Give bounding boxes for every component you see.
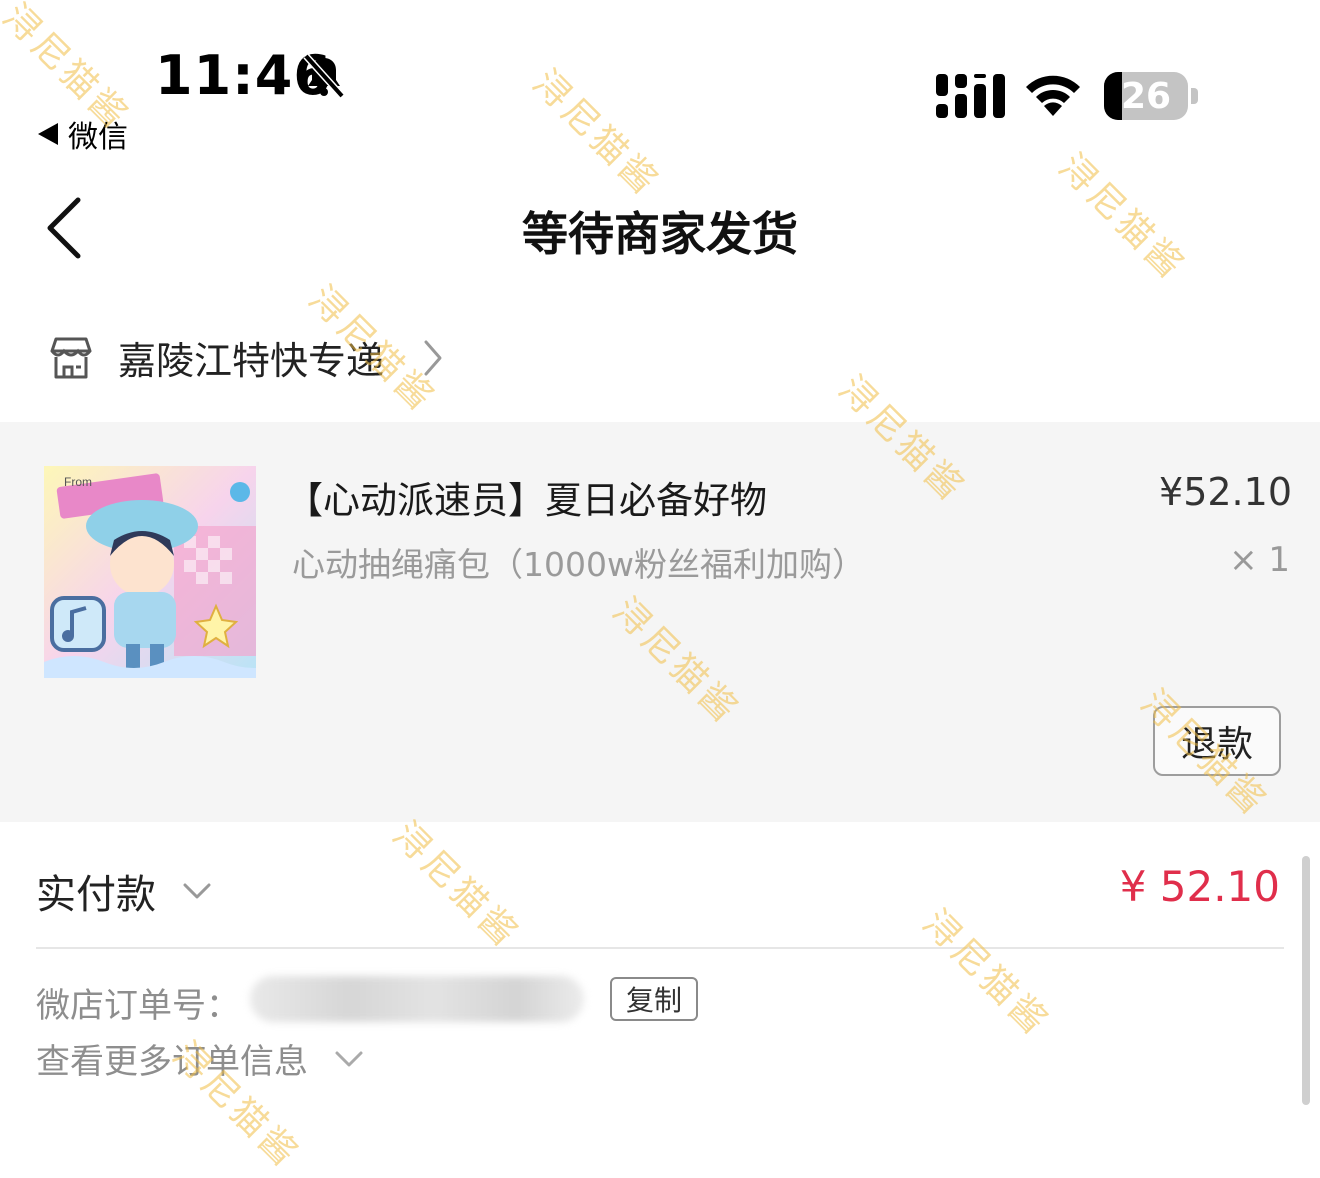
shop-name: 嘉陵江特快专递 xyxy=(118,339,385,383)
paid-amount-label: 实付款 xyxy=(36,872,156,918)
cellular-signal-icon xyxy=(936,74,1005,118)
chevron-right-icon xyxy=(424,340,442,375)
product-title: 【心动派速员】夏日必备好物 xyxy=(286,479,767,522)
battery-level: 26 xyxy=(1120,76,1172,117)
paid-amount-toggle[interactable]: 实付款 xyxy=(36,862,212,920)
back-triangle-icon xyxy=(38,123,58,145)
chevron-down-icon xyxy=(335,1051,363,1066)
product-image: From xyxy=(44,466,256,678)
product-thumbnail[interactable]: From xyxy=(44,466,256,678)
thumbnail-from-text: From xyxy=(64,475,92,489)
bell-slash-icon xyxy=(303,53,345,99)
product-quantity: × 1 xyxy=(1229,540,1290,580)
chevron-down-icon xyxy=(183,883,211,899)
order-number-label: 微店订单号： xyxy=(36,986,240,1026)
watermark: 浔尼猫酱 xyxy=(384,814,527,957)
copy-order-number-button[interactable]: 复制 xyxy=(610,977,698,1021)
order-number-redacted xyxy=(250,976,584,1022)
more-order-info-label: 查看更多订单信息 xyxy=(36,1042,308,1082)
watermark: 浔尼猫酱 xyxy=(524,62,667,205)
page-title: 等待商家发货 xyxy=(522,207,798,261)
product-price: ¥52.10 xyxy=(1159,470,1292,514)
shop-link[interactable]: 嘉陵江特快专递 xyxy=(48,330,444,385)
divider xyxy=(36,947,1284,949)
back-to-app-button[interactable]: 微信 xyxy=(38,112,128,156)
battery-tip xyxy=(1191,88,1198,104)
wifi-icon xyxy=(1026,75,1080,116)
scrollbar[interactable] xyxy=(1302,856,1310,1105)
back-app-label: 微信 xyxy=(68,120,128,155)
store-icon xyxy=(50,337,92,378)
product-spec: 心动抽绳痛包（1000w粉丝福利加购） xyxy=(292,545,865,584)
paid-amount-value: ¥ 52.10 xyxy=(1119,862,1280,911)
more-order-info-toggle[interactable]: 查看更多订单信息 xyxy=(36,1034,364,1083)
refund-button[interactable]: 退款 xyxy=(1153,706,1281,776)
watermark: 浔尼猫酱 xyxy=(914,902,1057,1045)
battery-icon: 26 xyxy=(1104,72,1188,120)
